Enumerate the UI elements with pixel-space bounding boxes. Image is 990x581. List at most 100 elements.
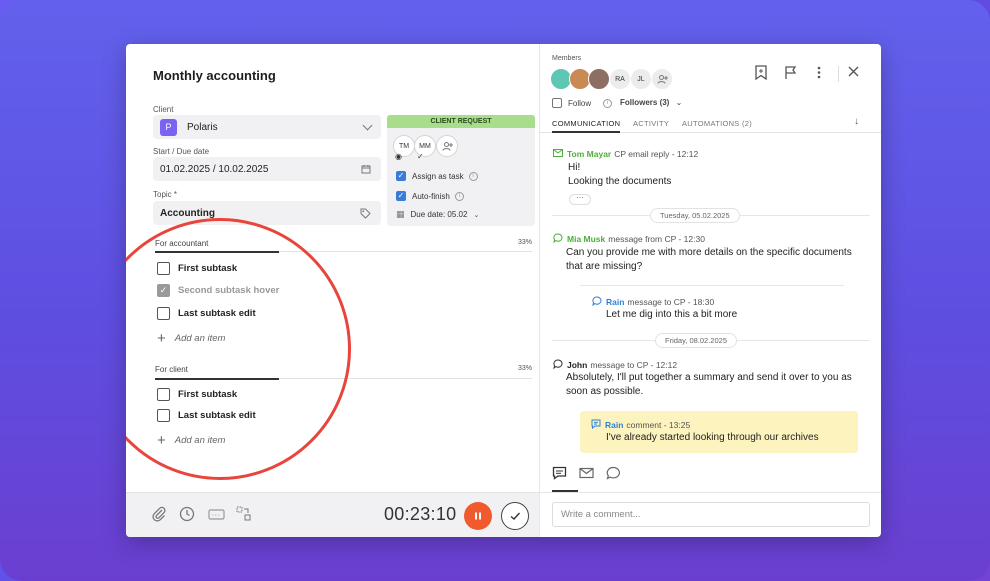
client-select[interactable]: P Polaris bbox=[153, 115, 381, 139]
close-icon[interactable] bbox=[847, 65, 860, 81]
autofinish-label: Auto-finish bbox=[412, 191, 450, 201]
message-header: Rain comment - 13:25 bbox=[591, 419, 690, 431]
date-pill: Friday, 08.02.2025 bbox=[655, 333, 737, 348]
bookmark-add-icon[interactable] bbox=[754, 65, 768, 83]
client-initial-badge: P bbox=[160, 118, 177, 136]
client-request-header: CLIENT REQUEST bbox=[387, 115, 535, 128]
checklist-percent: 33% bbox=[517, 365, 532, 372]
chat-bubble-icon[interactable] bbox=[606, 466, 621, 483]
assign-label: Assign as task bbox=[412, 171, 464, 181]
message-header: John message to CP - 12:12 bbox=[553, 359, 677, 371]
add-person-icon[interactable] bbox=[436, 135, 458, 157]
info-icon: i bbox=[454, 191, 464, 201]
highlight-circle bbox=[126, 218, 351, 480]
message-author[interactable]: Rain bbox=[606, 297, 624, 307]
chat-bubble-icon bbox=[553, 233, 563, 245]
card-icon[interactable] bbox=[208, 506, 225, 526]
follow-toggle[interactable]: Follow i bbox=[552, 98, 613, 108]
more-vertical-icon[interactable] bbox=[816, 65, 822, 83]
chat-bubble-icon bbox=[592, 296, 602, 308]
message-author[interactable]: John bbox=[567, 360, 587, 370]
info-icon: i bbox=[603, 98, 613, 108]
arrow-down-icon[interactable]: ↓ bbox=[854, 116, 859, 127]
due-date-label: Due date: 05.02 bbox=[410, 210, 468, 219]
autofinish-checkbox[interactable]: ✓ bbox=[396, 191, 406, 201]
email-icon[interactable] bbox=[579, 466, 594, 483]
client-value: Polaris bbox=[187, 121, 218, 133]
message-body: Hi! Looking the documents bbox=[568, 162, 672, 187]
follow-label: Follow bbox=[568, 98, 592, 108]
message-body: Let me dig into this a bit more bbox=[606, 309, 738, 320]
dates-field[interactable]: 01.02.2025 / 10.02.2025 bbox=[153, 157, 381, 181]
assign-as-task-row[interactable]: ✓ Assign as task i bbox=[396, 171, 478, 181]
members-label: Members bbox=[552, 55, 582, 62]
divider bbox=[540, 492, 881, 493]
flag-icon[interactable] bbox=[784, 65, 798, 83]
convert-icon[interactable] bbox=[236, 506, 252, 526]
tab-activity[interactable]: ACTIVITY bbox=[633, 119, 669, 128]
followers-dropdown[interactable]: Followers (3) ⌄ bbox=[620, 98, 682, 107]
topic-label: Topic * bbox=[153, 190, 178, 199]
dates-label: Start / Due date bbox=[153, 147, 210, 156]
complete-button[interactable] bbox=[501, 502, 529, 530]
add-member-icon[interactable] bbox=[651, 68, 673, 90]
calendar-icon: ▦ bbox=[396, 209, 405, 219]
communication-tabs: COMMUNICATION ACTIVITY AUTOMATIONS (2) ↓ bbox=[540, 115, 881, 133]
task-title[interactable]: Monthly accounting bbox=[153, 68, 276, 83]
chevron-down-icon: ⌄ bbox=[675, 98, 683, 107]
email-icon bbox=[553, 149, 563, 159]
assign-checkbox[interactable]: ✓ bbox=[396, 171, 406, 181]
checklist-percent: 33% bbox=[517, 239, 532, 246]
date-pill: Tuesday, 05.02.2025 bbox=[650, 208, 740, 223]
message-meta: CP email reply - 12:12 bbox=[614, 149, 699, 159]
comment-icon bbox=[591, 419, 601, 431]
tab-automations[interactable]: AUTOMATIONS (2) bbox=[682, 119, 752, 128]
check-icon: ✓ bbox=[417, 152, 424, 161]
message-body: I've already started looking through our… bbox=[606, 432, 819, 443]
client-label: Client bbox=[153, 105, 174, 114]
avatar-ra[interactable]: RA bbox=[609, 68, 631, 90]
message-body: Absolutely, I'll put together a summary … bbox=[566, 372, 852, 397]
dates-value: 01.02.2025 / 10.02.2025 bbox=[160, 163, 269, 175]
internal-comment: Rain comment - 13:25 I've already starte… bbox=[580, 411, 858, 453]
show-more-button[interactable]: ··· bbox=[569, 194, 591, 205]
message-meta: message to CP - 18:30 bbox=[627, 297, 715, 307]
tab-communication[interactable]: COMMUNICATION bbox=[552, 119, 621, 133]
communication-panel: Members RA JL Follow i Followers (3) ⌄ C… bbox=[539, 44, 881, 537]
divider bbox=[838, 66, 839, 82]
thread-divider bbox=[580, 285, 844, 286]
auto-finish-row[interactable]: ✓ Auto-finish i bbox=[396, 191, 464, 201]
info-icon: i bbox=[468, 171, 478, 181]
composer-tabs bbox=[552, 466, 633, 483]
eye-icon: ◉ bbox=[395, 152, 402, 161]
message-body: Can you provide me with more details on … bbox=[566, 247, 852, 272]
tag-icon bbox=[360, 208, 371, 222]
comment-icon[interactable] bbox=[552, 466, 567, 483]
clock-icon[interactable] bbox=[179, 506, 195, 526]
due-date-row[interactable]: ▦ Due date: 05.02 ⌄ bbox=[396, 209, 479, 220]
message-header: Rain message to CP - 18:30 bbox=[592, 296, 714, 308]
task-modal: Monthly accounting Client P Polaris Star… bbox=[126, 44, 881, 537]
message-meta: message from CP - 12:30 bbox=[608, 234, 705, 244]
message-author[interactable]: Tom Mayar bbox=[567, 149, 611, 159]
avatar-jl[interactable]: JL bbox=[630, 68, 652, 90]
message-header: Mia Musk message from CP - 12:30 bbox=[553, 233, 705, 245]
calendar-icon bbox=[361, 164, 371, 177]
comment-input[interactable]: Write a comment... bbox=[552, 502, 870, 527]
task-details-panel: Monthly accounting Client P Polaris Star… bbox=[126, 44, 539, 537]
avatar-photo[interactable] bbox=[588, 68, 610, 90]
followers-label: Followers (3) bbox=[620, 98, 670, 107]
pause-button[interactable] bbox=[464, 502, 492, 530]
message-meta: comment - 13:25 bbox=[626, 420, 691, 430]
client-request-card: CLIENT REQUEST TM MM ◉ ✓ ✓ Assign as tas… bbox=[387, 115, 535, 226]
chevron-down-icon: ⌄ bbox=[473, 211, 480, 219]
message-author[interactable]: Rain bbox=[605, 420, 623, 430]
chevron-down-icon bbox=[362, 120, 373, 131]
message-meta: message to CP - 12:12 bbox=[590, 360, 678, 370]
message-header: Tom Mayar CP email reply - 12:12 bbox=[553, 149, 698, 159]
topic-value: Accounting bbox=[160, 207, 215, 219]
paperclip-icon[interactable] bbox=[151, 506, 167, 526]
task-footer: 00:23:10 bbox=[126, 492, 539, 537]
follow-checkbox[interactable] bbox=[552, 98, 562, 108]
message-author[interactable]: Mia Musk bbox=[567, 234, 605, 244]
